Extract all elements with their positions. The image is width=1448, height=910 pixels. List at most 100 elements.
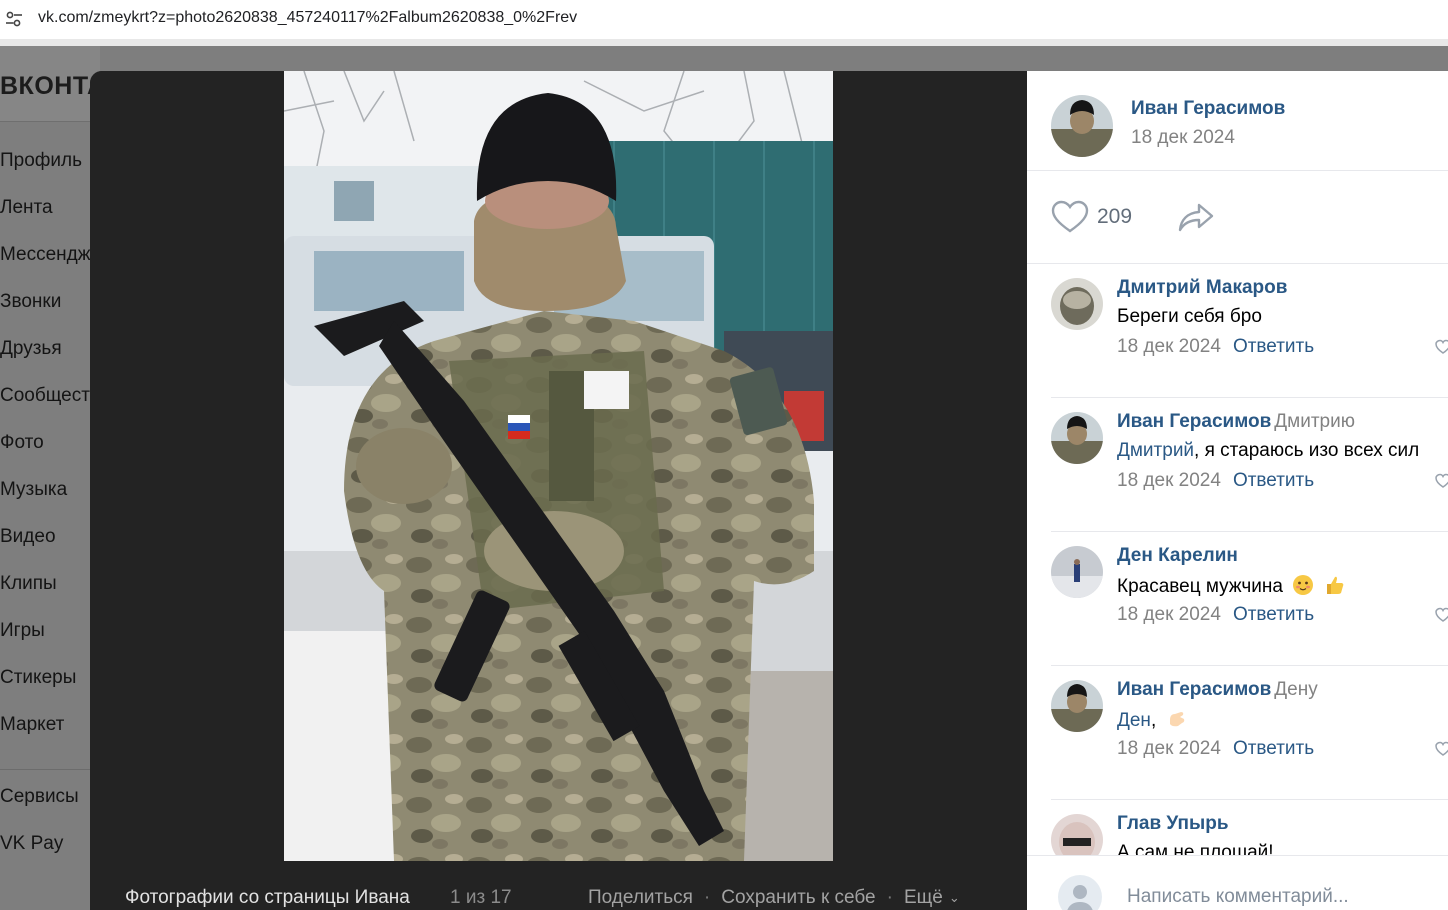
sidebar-divider [0, 769, 95, 770]
comment-text: А сам не плошай! [1117, 842, 1274, 855]
commenter-avatar[interactable] [1051, 680, 1103, 732]
reply-button[interactable]: Ответить [1233, 336, 1314, 357]
sidebar-item-services[interactable]: Сервисы [0, 786, 95, 833]
comment-date[interactable]: 18 дек 2024 [1117, 738, 1221, 759]
comment-meta: 18 дек 2024 Ответить [1117, 470, 1314, 492]
comment-author-line: Ден Карелин [1117, 545, 1238, 567]
photo-viewer: Фотографии со страницы Ивана 1 из 17 Под… [90, 71, 1448, 910]
chevron-down-icon[interactable]: ⌄ [949, 890, 960, 906]
share-link[interactable]: Поделиться [588, 887, 693, 909]
commenter-avatar[interactable] [1051, 278, 1103, 330]
photo-side-panel: Иван Герасимов 18 дек 2024 209 Дмитрий М… [1027, 71, 1448, 910]
sidebar-item-profile[interactable]: Профиль [0, 150, 95, 197]
comment-date[interactable]: 18 дек 2024 [1117, 604, 1221, 625]
comment-author-link[interactable]: Дмитрий Макаров [1117, 277, 1287, 298]
comment-body: Красавец мужчина [1117, 576, 1283, 597]
album-title-link[interactable]: Фотографии со страницы Ивана [125, 887, 410, 909]
sidebar-item-clips[interactable]: Клипы [0, 573, 95, 620]
comment-text: Дмитрий, я стараюсь изо всех сил [1117, 440, 1419, 462]
comment-date[interactable]: 18 дек 2024 [1117, 336, 1221, 357]
sidebar-item-friends[interactable]: Друзья [0, 338, 95, 385]
mention-link[interactable]: Дмитрий [1117, 440, 1194, 461]
tab-strip-border [0, 39, 1448, 46]
comment-body: , [1150, 710, 1157, 731]
reply-button[interactable]: Ответить [1233, 738, 1314, 759]
comment-author-line: Иван Герасимов Дену [1117, 679, 1318, 701]
comment-author-line: Иван Герасимов Дмитрию [1117, 411, 1355, 433]
sidebar-item-market[interactable]: Маркет [0, 714, 95, 761]
separator-dot: · [886, 887, 893, 908]
user-placeholder-icon [1067, 885, 1093, 910]
heart-icon[interactable] [1435, 473, 1448, 489]
author-name-link[interactable]: Иван Герасимов [1131, 98, 1285, 120]
reply-to-name[interactable]: Дену [1274, 679, 1317, 700]
sidebar-item-games[interactable]: Игры [0, 620, 95, 667]
author-header: Иван Герасимов 18 дек 2024 [1027, 71, 1448, 171]
commenter-avatar[interactable] [1051, 546, 1103, 598]
comment-author-link[interactable]: Иван Герасимов [1117, 679, 1271, 700]
left-sidebar: Профиль Лента Мессенджер Звонки Друзья С… [0, 150, 95, 880]
comment-text: Ден, [1117, 708, 1188, 732]
reply-to-name[interactable]: Дмитрию [1274, 411, 1355, 432]
current-user-avatar [1058, 875, 1102, 910]
photo-counter: 1 из 17 [450, 887, 512, 908]
sidebar-item-video[interactable]: Видео [0, 526, 95, 573]
post-actions: 209 [1027, 171, 1448, 264]
comment-author-link[interactable]: Глав Упырь [1117, 813, 1229, 834]
comment-author-link[interactable]: Ден Карелин [1117, 545, 1238, 566]
comment-meta: 18 дек 2024 Ответить [1117, 336, 1314, 358]
mention-link[interactable]: Ден [1117, 710, 1151, 731]
comment-divider [1051, 531, 1448, 532]
viewer-footer: Фотографии со страницы Ивана 1 из 17 Под… [90, 871, 1027, 910]
comment-meta: 18 дек 2024 Ответить [1117, 738, 1314, 760]
sidebar-item-messenger[interactable]: Мессенджер [0, 244, 95, 291]
author-avatar[interactable] [1051, 95, 1113, 157]
main-photo[interactable] [284, 71, 833, 861]
like-button[interactable]: 209 [1051, 200, 1132, 234]
sidebar-item-vkpay[interactable]: VK Pay [0, 833, 95, 880]
sidebar-item-calls[interactable]: Звонки [0, 291, 95, 338]
soldier-photo-illustration [284, 71, 833, 861]
heart-icon[interactable] [1435, 339, 1448, 355]
tune-icon[interactable] [4, 9, 24, 29]
heart-icon[interactable] [1435, 607, 1448, 623]
browser-address-bar[interactable]: vk.com/zmeykrt?z=photo2620838_457240117%… [0, 0, 1448, 46]
commenter-avatar[interactable] [1051, 814, 1103, 855]
reply-button[interactable]: Ответить [1233, 604, 1314, 625]
save-to-self-link[interactable]: Сохранить к себе [721, 887, 875, 909]
commenter-avatar[interactable] [1051, 412, 1103, 464]
photo-area: Фотографии со страницы Ивана 1 из 17 Под… [90, 71, 1027, 910]
comment-divider [1051, 397, 1448, 398]
sidebar-item-music[interactable]: Музыка [0, 479, 95, 526]
comment-divider [1051, 799, 1448, 800]
footer-actions: Поделиться · Сохранить к себе · Ещё ⌄ [588, 887, 960, 909]
comment-input[interactable]: Написать комментарий... [1127, 886, 1349, 908]
comment-author-line: Глав Упырь [1117, 813, 1229, 835]
comment-author-line: Дмитрий Макаров [1117, 277, 1287, 299]
sidebar-item-photos[interactable]: Фото [0, 432, 95, 479]
comment-meta: 18 дек 2024 Ответить [1117, 604, 1314, 626]
comment-text: Красавец мужчина [1117, 574, 1346, 598]
pinched-hand-emoji-icon [1169, 712, 1184, 727]
share-icon[interactable] [1177, 201, 1215, 233]
comment-divider [1051, 665, 1448, 666]
comment-text: Береги себя бро [1117, 306, 1262, 327]
more-menu-button[interactable]: Ещё [904, 887, 943, 909]
comment-author-link[interactable]: Иван Герасимов [1117, 411, 1271, 432]
like-count: 209 [1097, 205, 1133, 228]
separator-dot: · [703, 887, 711, 908]
sidebar-item-communities[interactable]: Сообщества [0, 385, 95, 432]
post-date[interactable]: 18 дек 2024 [1131, 127, 1235, 149]
comment-body: , я стараюсь изо всех сил [1194, 440, 1420, 461]
sidebar-item-feed[interactable]: Лента [0, 197, 95, 244]
reply-button[interactable]: Ответить [1233, 470, 1314, 491]
url-text[interactable]: vk.com/zmeykrt?z=photo2620838_457240117%… [38, 9, 577, 27]
thumbs-up-emoji-icon [1326, 576, 1343, 594]
sidebar-item-stickers[interactable]: Стикеры [0, 667, 95, 714]
comment-date[interactable]: 18 дек 2024 [1117, 470, 1221, 491]
comment-input-bar: Написать комментарий... [1027, 855, 1448, 910]
heart-icon[interactable] [1435, 741, 1448, 757]
blushing-face-emoji-icon [1293, 575, 1314, 595]
comments-list: Дмитрий Макаров Береги себя бро 18 дек 2… [1027, 264, 1448, 855]
heart-icon [1051, 200, 1089, 233]
